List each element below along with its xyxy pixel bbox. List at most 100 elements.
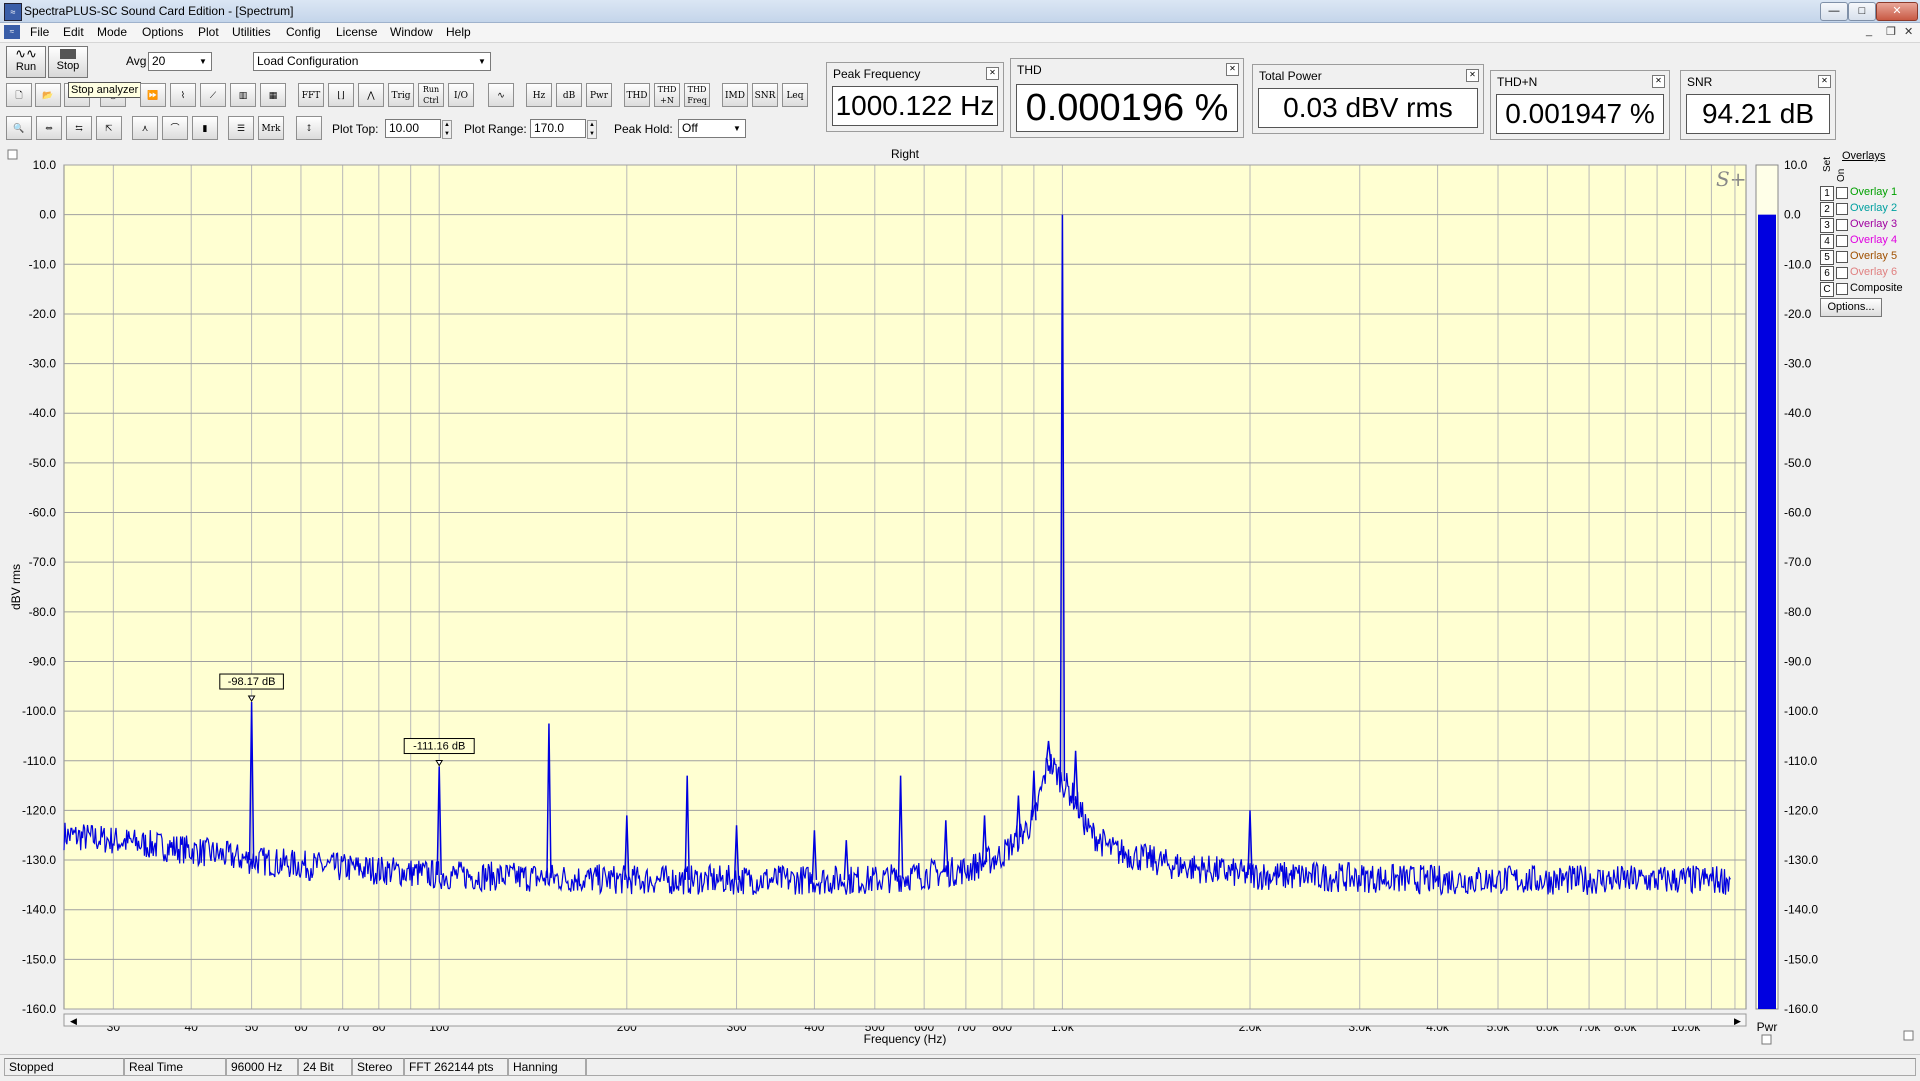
- y-scale-icon[interactable]: ↕: [296, 116, 322, 140]
- fast-forward-icon[interactable]: ⏩: [140, 83, 166, 107]
- plot-top-input[interactable]: 10.00 ▲ ▼: [385, 119, 452, 139]
- close-icon[interactable]: ✕: [986, 67, 999, 80]
- imd-button[interactable]: IMD: [722, 83, 748, 107]
- x-axis-label: Frequency (Hz): [864, 1032, 947, 1046]
- zoom-out-x-icon[interactable]: ⇆: [66, 116, 92, 140]
- zoom-icon[interactable]: 🔍: [6, 116, 32, 140]
- signal-generator-icon[interactable]: ∿: [488, 83, 514, 107]
- set-label: Set: [1822, 156, 1833, 172]
- fft-button[interactable]: FFT: [298, 83, 324, 107]
- waveform-icon[interactable]: ⌇: [170, 83, 196, 107]
- menu-help[interactable]: Help: [444, 25, 473, 39]
- scroll-right-icon: ▶: [1734, 1016, 1741, 1026]
- zoom-in-x-icon[interactable]: ⇔: [36, 116, 62, 140]
- hz-button[interactable]: Hz: [526, 83, 552, 107]
- run-ctrl-button[interactable]: Run Ctrl: [418, 83, 444, 107]
- y-tick-label: -140.0: [22, 903, 56, 917]
- mdi-close-icon[interactable]: ✕: [1904, 25, 1913, 38]
- avg-select[interactable]: 20 ▼: [148, 52, 212, 71]
- spectrum-chart[interactable]: Right S+ 10.0 0.0 -10.0 -20.0 -30.0 -40.0 -50.0 -…: [0, 144, 1920, 1056]
- close-icon[interactable]: ✕: [1818, 75, 1831, 88]
- menu-options[interactable]: Options: [140, 25, 185, 39]
- zoom-full-icon[interactable]: ⇱: [96, 116, 122, 140]
- load-configuration-select[interactable]: Load Configuration ▼: [253, 52, 491, 71]
- ramp-icon[interactable]: ⟋: [200, 83, 226, 107]
- open-folder-icon[interactable]: 📂: [35, 83, 61, 107]
- menu-mode[interactable]: Mode: [95, 25, 129, 39]
- 3d-surface-icon[interactable]: ▦: [260, 83, 286, 107]
- document-icon[interactable]: ≈: [4, 25, 20, 39]
- y-tick-label: -40.0: [29, 406, 57, 420]
- thd-n-meter[interactable]: THD+N ✕ 0.001947 %: [1490, 70, 1670, 140]
- leq-button[interactable]: Leq: [782, 83, 808, 107]
- close-icon[interactable]: ✕: [1226, 63, 1239, 76]
- overlay-checkbox[interactable]: [1836, 235, 1848, 247]
- spectrogram-icon[interactable]: ▥: [230, 83, 256, 107]
- y-tick-label: -130.0: [22, 853, 56, 867]
- pwr-button[interactable]: Pwr: [586, 83, 612, 107]
- overlay-checkbox[interactable]: [1836, 219, 1848, 231]
- line-plot-icon[interactable]: ⋏: [132, 116, 158, 140]
- snr-meter[interactable]: SNR ✕ 94.21 dB: [1680, 70, 1836, 140]
- bar-plot-icon[interactable]: ▮: [192, 116, 218, 140]
- close-icon[interactable]: ✕: [1466, 69, 1479, 82]
- spinner-icon[interactable]: ▲ ▼: [442, 120, 452, 139]
- spectrum-plot-panel: Right S+ 10.0 0.0 -10.0 -20.0 -30.0 -40.0 -50.0 -…: [0, 144, 1920, 1056]
- overlays-title: Overlays: [1842, 150, 1886, 162]
- overlay-checkbox[interactable]: [1836, 283, 1848, 295]
- db-button[interactable]: dB: [556, 83, 582, 107]
- peak-frequency-meter[interactable]: Peak Frequency ✕ 1000.122 Hz: [826, 62, 1004, 132]
- menu-plot[interactable]: Plot: [196, 25, 221, 39]
- power-bar-tick-label: -70.0: [1784, 555, 1812, 569]
- thd-n-button[interactable]: THD +N: [654, 83, 680, 107]
- peak-hold-select[interactable]: Off ▼: [678, 119, 746, 138]
- menu-edit[interactable]: Edit: [61, 25, 86, 39]
- chevron-down-icon: ▼: [478, 57, 486, 66]
- io-button[interactable]: I/O: [448, 83, 474, 107]
- menu-config[interactable]: Config: [284, 25, 323, 39]
- status-sample-rate: 96000 Hz: [226, 1058, 298, 1076]
- thd-freq-button[interactable]: THD Freq: [684, 83, 710, 107]
- mdi-restore-icon[interactable]: ❐: [1886, 25, 1896, 38]
- menu-license[interactable]: License: [334, 25, 379, 39]
- run-button[interactable]: ∿∿ Run: [6, 46, 46, 78]
- plot-range-input[interactable]: 170.0 ▲ ▼: [530, 119, 597, 139]
- spinner-icon[interactable]: ▲ ▼: [587, 120, 597, 139]
- new-document-icon[interactable]: 🗋: [6, 83, 32, 107]
- y-tick-label: -100.0: [22, 704, 56, 718]
- peak-icon[interactable]: ⋀: [358, 83, 384, 107]
- overlay-checkbox[interactable]: [1836, 203, 1848, 215]
- status-bit-depth: 24 Bit: [298, 1058, 352, 1076]
- close-icon[interactable]: ✕: [1876, 2, 1918, 21]
- spectrum-app-icon[interactable]: ≈: [4, 3, 22, 21]
- collapse-icon: [7, 149, 18, 160]
- scroll-left-icon: ◀: [70, 1016, 77, 1026]
- stop-button[interactable]: Stop: [48, 46, 88, 78]
- marker-button[interactable]: Mrk: [258, 116, 284, 140]
- y-tick-label: -90.0: [29, 654, 57, 668]
- menu-window[interactable]: Window: [388, 25, 435, 39]
- meter-title: THD: [1017, 63, 1042, 77]
- trig-button[interactable]: Trig: [388, 83, 414, 107]
- bracket-icon[interactable]: ⌊⌋: [328, 83, 354, 107]
- overlay-checkbox[interactable]: [1836, 187, 1848, 199]
- y-tick-label: -20.0: [29, 307, 57, 321]
- snr-button[interactable]: SNR: [752, 83, 778, 107]
- menu-utilities[interactable]: Utilities: [230, 25, 273, 39]
- stop-icon: [60, 49, 76, 59]
- thd-button[interactable]: THD: [624, 83, 650, 107]
- overlay-checkbox[interactable]: [1836, 251, 1848, 263]
- area-plot-icon[interactable]: ⌒: [162, 116, 188, 140]
- overlay-checkbox[interactable]: [1836, 267, 1848, 279]
- mdi-minimize-icon[interactable]: _: [1866, 25, 1872, 37]
- minimize-icon[interactable]: —: [1820, 2, 1848, 21]
- thd-meter[interactable]: THD ✕ 0.000196 %: [1010, 58, 1244, 138]
- overlay-options-button[interactable]: Options...: [1820, 298, 1882, 317]
- close-icon[interactable]: ✕: [1652, 75, 1665, 88]
- total-power-meter[interactable]: Total Power ✕ 0.03 dBV rms: [1252, 64, 1484, 134]
- y-tick-label: -160.0: [22, 1002, 56, 1016]
- maximize-icon[interactable]: □: [1848, 2, 1876, 21]
- list-icon[interactable]: ☰: [228, 116, 254, 140]
- menu-file[interactable]: File: [28, 25, 51, 39]
- chevron-down-icon: ▼: [199, 57, 207, 66]
